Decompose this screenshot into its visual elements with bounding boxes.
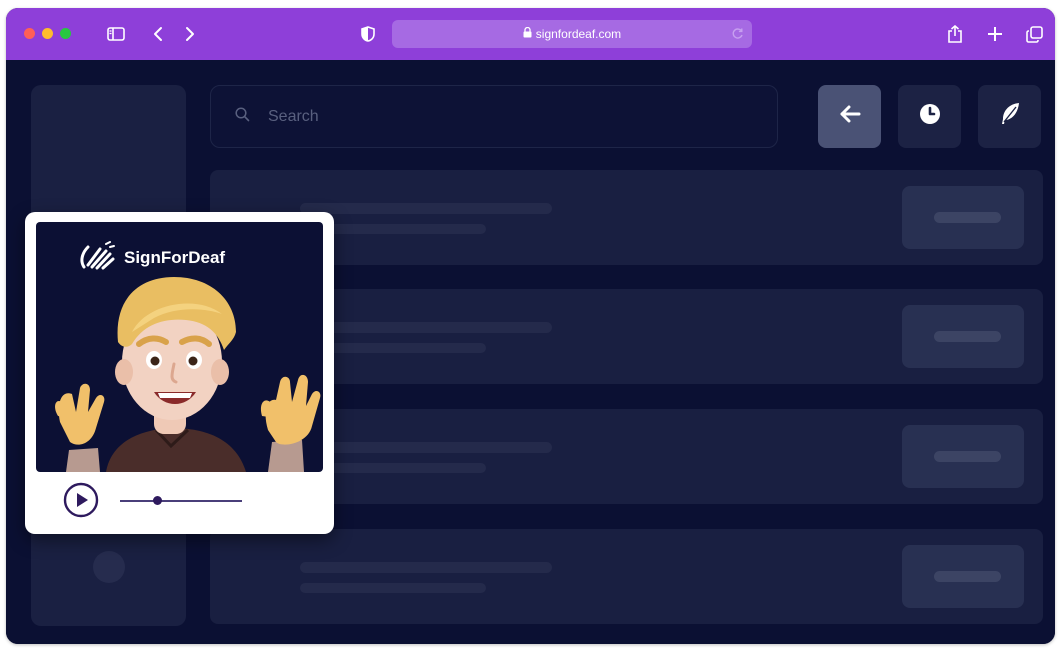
text-placeholder <box>300 322 552 333</box>
button-label-placeholder <box>934 212 1001 223</box>
list-item[interactable] <box>210 289 1043 384</box>
row-action-button[interactable] <box>902 545 1024 608</box>
clock-icon <box>919 103 941 130</box>
list-item[interactable] <box>210 409 1043 504</box>
reload-icon[interactable] <box>731 27 744 45</box>
button-label-placeholder <box>934 331 1001 342</box>
list-item[interactable] <box>210 529 1043 624</box>
row-action-button[interactable] <box>902 305 1024 368</box>
forward-chevron-icon[interactable] <box>178 22 202 46</box>
text-placeholder <box>300 562 552 573</box>
waving-hand-logo-icon <box>80 240 116 276</box>
play-button[interactable] <box>63 482 99 523</box>
search-icon <box>235 106 250 127</box>
row-action-button[interactable] <box>902 186 1024 249</box>
brand-name: SignForDeaf <box>124 248 226 267</box>
video-player-controls <box>36 478 323 522</box>
close-window-button[interactable] <box>24 28 35 39</box>
brand-logo: SignForDeaf <box>80 240 320 276</box>
url-text: signfordeaf.com <box>535 27 622 41</box>
sidebar-avatar-placeholder[interactable] <box>93 551 125 583</box>
shield-icon[interactable] <box>356 22 380 46</box>
maximize-window-button[interactable] <box>60 28 71 39</box>
row-action-button[interactable] <box>902 425 1024 488</box>
text-placeholder <box>300 203 552 214</box>
sign-language-video-widget[interactable]: SignForDeaf <box>25 212 334 534</box>
text-placeholder <box>300 583 486 593</box>
feather-icon <box>999 102 1021 131</box>
new-tab-icon[interactable] <box>983 22 1007 46</box>
tab-overview-icon[interactable] <box>1022 22 1046 46</box>
video-frame[interactable]: SignForDeaf <box>36 222 323 472</box>
play-icon <box>63 482 99 523</box>
browser-titlebar: signfordeaf.com <box>6 8 1055 60</box>
sidebar-toggle-icon[interactable] <box>104 22 128 46</box>
address-bar[interactable]: signfordeaf.com <box>392 20 752 48</box>
search-box[interactable]: Search <box>210 85 778 148</box>
history-button[interactable] <box>898 85 961 148</box>
back-button[interactable] <box>818 85 881 148</box>
feather-button[interactable] <box>978 85 1041 148</box>
share-icon[interactable] <box>943 22 967 46</box>
lock-icon <box>523 25 532 43</box>
arrow-left-icon <box>839 105 861 128</box>
back-chevron-icon[interactable] <box>146 22 170 46</box>
search-input[interactable]: Search <box>268 108 319 126</box>
text-placeholder <box>300 442 552 453</box>
button-label-placeholder <box>934 451 1001 462</box>
button-label-placeholder <box>934 571 1001 582</box>
progress-track[interactable] <box>120 500 242 502</box>
progress-knob[interactable] <box>153 496 163 505</box>
list-item[interactable] <box>210 170 1043 265</box>
minimize-window-button[interactable] <box>42 28 53 39</box>
